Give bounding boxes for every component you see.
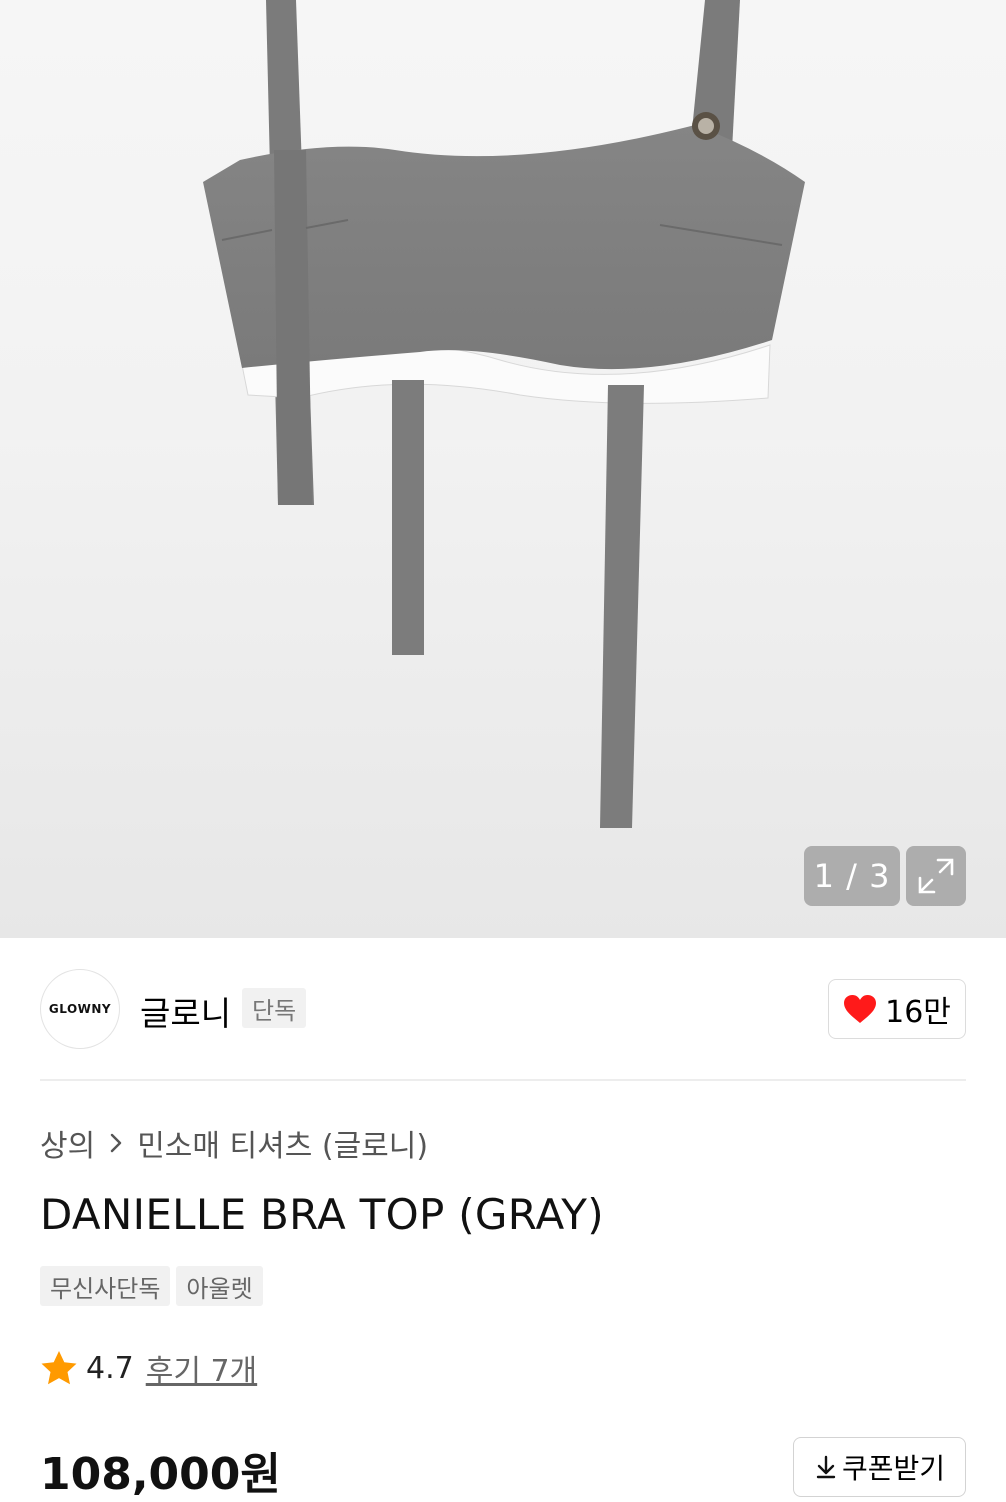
chevron-right-icon	[111, 1133, 122, 1153]
image-counter: 1 / 3	[804, 846, 900, 906]
tag-musinsa-exclusive: 무신사단독	[40, 1266, 171, 1306]
expand-button[interactable]	[906, 846, 966, 906]
rating-row: 4.7 후기 7개	[40, 1346, 257, 1390]
rating-score: 4.7	[86, 1350, 134, 1386]
breadcrumb-subcategory[interactable]: 민소매 티셔츠 (글로니)	[137, 1121, 428, 1165]
brand-name[interactable]: 글로니	[140, 987, 231, 1035]
exclusive-badge: 단독	[242, 988, 307, 1028]
coupon-button[interactable]: 쿠폰받기	[793, 1437, 966, 1497]
brand-row: GLOWNY 글로니 단독 16만	[40, 969, 966, 1049]
breadcrumb-category[interactable]: 상의	[40, 1121, 95, 1165]
expand-icon	[918, 858, 954, 894]
like-button[interactable]: 16만	[828, 979, 966, 1039]
product-title: DANIELLE BRA TOP (GRAY)	[40, 1190, 604, 1239]
review-count-link[interactable]: 후기 7개	[146, 1346, 257, 1390]
brand-logo-text: GLOWNY	[48, 1002, 112, 1016]
product-tags: 무신사단독 아울렛	[40, 1266, 263, 1306]
product-image-gallery[interactable]: 1 / 3	[0, 0, 1006, 938]
product-price: 108,000원	[40, 1449, 281, 1500]
star-icon	[41, 1351, 77, 1385]
like-count: 16만	[885, 995, 951, 1030]
divider	[40, 1079, 966, 1081]
product-image[interactable]	[0, 0, 1006, 938]
tag-outlet: 아울렛	[176, 1266, 263, 1306]
heart-icon	[844, 995, 877, 1023]
coupon-label: 쿠폰받기	[841, 1452, 946, 1485]
brand-logo[interactable]: GLOWNY	[40, 969, 120, 1049]
breadcrumb: 상의 민소매 티셔츠 (글로니)	[40, 1121, 428, 1165]
download-icon	[816, 1455, 836, 1479]
